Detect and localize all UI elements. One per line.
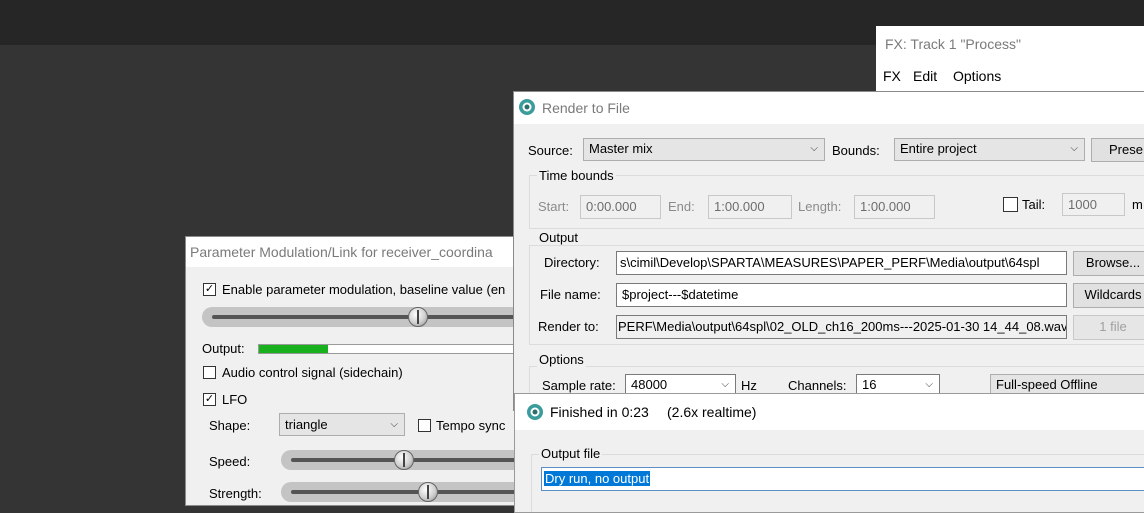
- reaper-logo-icon: [527, 404, 543, 420]
- start-field[interactable]: 0:00.000: [580, 195, 661, 219]
- presets-button[interactable]: Prese: [1091, 138, 1144, 162]
- tempo-sync-checkbox[interactable]: [418, 419, 431, 432]
- output-file-label: Output file: [539, 446, 603, 461]
- tail-unit: m: [1132, 197, 1143, 212]
- lfo-checkbox[interactable]: ✓: [203, 393, 216, 406]
- tail-field[interactable]: 1000: [1062, 193, 1125, 216]
- render-mode-value: Full-speed Offline: [996, 377, 1098, 392]
- directory-label: Directory:: [544, 255, 600, 270]
- reaper-logo-icon: [519, 99, 535, 115]
- chevron-down-icon: ⌵: [390, 419, 398, 430]
- time-bounds-label: Time bounds: [537, 168, 616, 183]
- realtime-factor: (2.6x realtime): [667, 404, 757, 420]
- render-to-field: PERF\Media\output\64spl\02_OLD_ch16_200m…: [616, 315, 1067, 339]
- output-file-value: Dry run, no output: [544, 471, 651, 486]
- file-name-field[interactable]: $project---$datetime: [616, 283, 1067, 307]
- sample-rate-label: Sample rate:: [542, 378, 616, 393]
- end-label: End:: [668, 199, 695, 214]
- sample-rate-value: 48000: [631, 377, 668, 392]
- length-label: Length:: [798, 199, 842, 214]
- speed-label: Speed:: [209, 454, 251, 469]
- param-mod-window: Parameter Modulation/Link for receiver_c…: [185, 236, 525, 506]
- channels-value: 16: [862, 377, 877, 392]
- tail-label: Tail:: [1022, 197, 1046, 212]
- shape-value: triangle: [285, 417, 328, 432]
- strength-slider-thumb[interactable]: [418, 482, 438, 502]
- baseline-slider-thumb[interactable]: [408, 307, 428, 327]
- param-mod-title: Parameter Modulation/Link for receiver_c…: [190, 244, 493, 260]
- wildcards-button[interactable]: Wildcards: [1073, 283, 1144, 308]
- browse-button[interactable]: Browse...: [1073, 251, 1144, 276]
- enable-modulation-label: Enable parameter modulation, baseline va…: [222, 282, 506, 297]
- bounds-dropdown[interactable]: Entire project ⌵: [894, 138, 1085, 161]
- fx-window-titlebar[interactable]: FX: Track 1 "Process": [876, 26, 1144, 62]
- render-titlebar[interactable]: Render to File: [514, 92, 1144, 124]
- render-title: Render to File: [542, 100, 630, 116]
- chevron-down-icon: ⌵: [925, 379, 933, 390]
- output-group-label: Output: [537, 230, 581, 245]
- output-meter: [258, 344, 524, 354]
- speed-slider-thumb[interactable]: [394, 450, 414, 470]
- chevron-down-icon: ⌵: [1070, 143, 1078, 154]
- length-field[interactable]: 1:00.000: [854, 195, 935, 219]
- shape-dropdown[interactable]: triangle ⌵: [279, 413, 405, 436]
- file-name-label: File name:: [540, 287, 601, 302]
- tail-checkbox[interactable]: [1003, 197, 1018, 212]
- shape-label: Shape:: [209, 418, 251, 433]
- fx-menubar: FX Edit Options: [876, 62, 1144, 92]
- source-value: Master mix: [589, 141, 653, 156]
- channels-label: Channels:: [788, 378, 847, 393]
- strength-slider[interactable]: [281, 482, 524, 502]
- baseline-slider[interactable]: [202, 307, 524, 327]
- enable-modulation-checkbox[interactable]: ✓: [203, 283, 216, 296]
- audio-control-checkbox[interactable]: [203, 366, 216, 379]
- files-button[interactable]: 1 file: [1073, 315, 1144, 340]
- menu-fx[interactable]: FX: [883, 68, 901, 84]
- hz-label: Hz: [741, 378, 757, 393]
- speed-slider[interactable]: [281, 450, 524, 470]
- render-finished-dialog: Finished in 0:23 (2.6x realtime) Output …: [514, 393, 1144, 513]
- fx-window-title: FX: Track 1 "Process": [885, 36, 1021, 52]
- directory-field[interactable]: s\cimil\Develop\SPARTA\MEASURES\PAPER_PE…: [616, 251, 1067, 275]
- chevron-down-icon: ⌵: [810, 143, 818, 154]
- menu-options[interactable]: Options: [953, 68, 1001, 84]
- output-label: Output:: [202, 341, 245, 356]
- chevron-down-icon: ⌵: [721, 379, 729, 390]
- output-file-field[interactable]: Dry run, no output: [541, 467, 1144, 491]
- tempo-sync-label: Tempo sync: [436, 418, 506, 433]
- finished-title: Finished in 0:23: [550, 404, 649, 420]
- render-to-file-window: Render to File Source: Master mix ⌵ Boun…: [513, 91, 1144, 411]
- finished-titlebar[interactable]: Finished in 0:23 (2.6x realtime): [515, 394, 1144, 430]
- fx-window: FX: Track 1 "Process" FX Edit Options: [876, 26, 1144, 96]
- bounds-value: Entire project: [900, 141, 977, 156]
- render-to-label: Render to:: [538, 319, 599, 334]
- output-meter-fill: [259, 345, 328, 353]
- end-field[interactable]: 1:00.000: [708, 195, 792, 219]
- menu-edit[interactable]: Edit: [913, 68, 937, 84]
- param-mod-titlebar[interactable]: Parameter Modulation/Link for receiver_c…: [186, 237, 524, 267]
- audio-control-label: Audio control signal (sidechain): [222, 365, 403, 380]
- source-label: Source:: [528, 143, 573, 158]
- start-label: Start:: [538, 199, 570, 214]
- source-dropdown[interactable]: Master mix ⌵: [583, 138, 825, 161]
- strength-label: Strength:: [209, 486, 262, 501]
- lfo-label: LFO: [222, 392, 248, 407]
- options-group-label: Options: [537, 352, 586, 367]
- bounds-label: Bounds:: [832, 143, 880, 158]
